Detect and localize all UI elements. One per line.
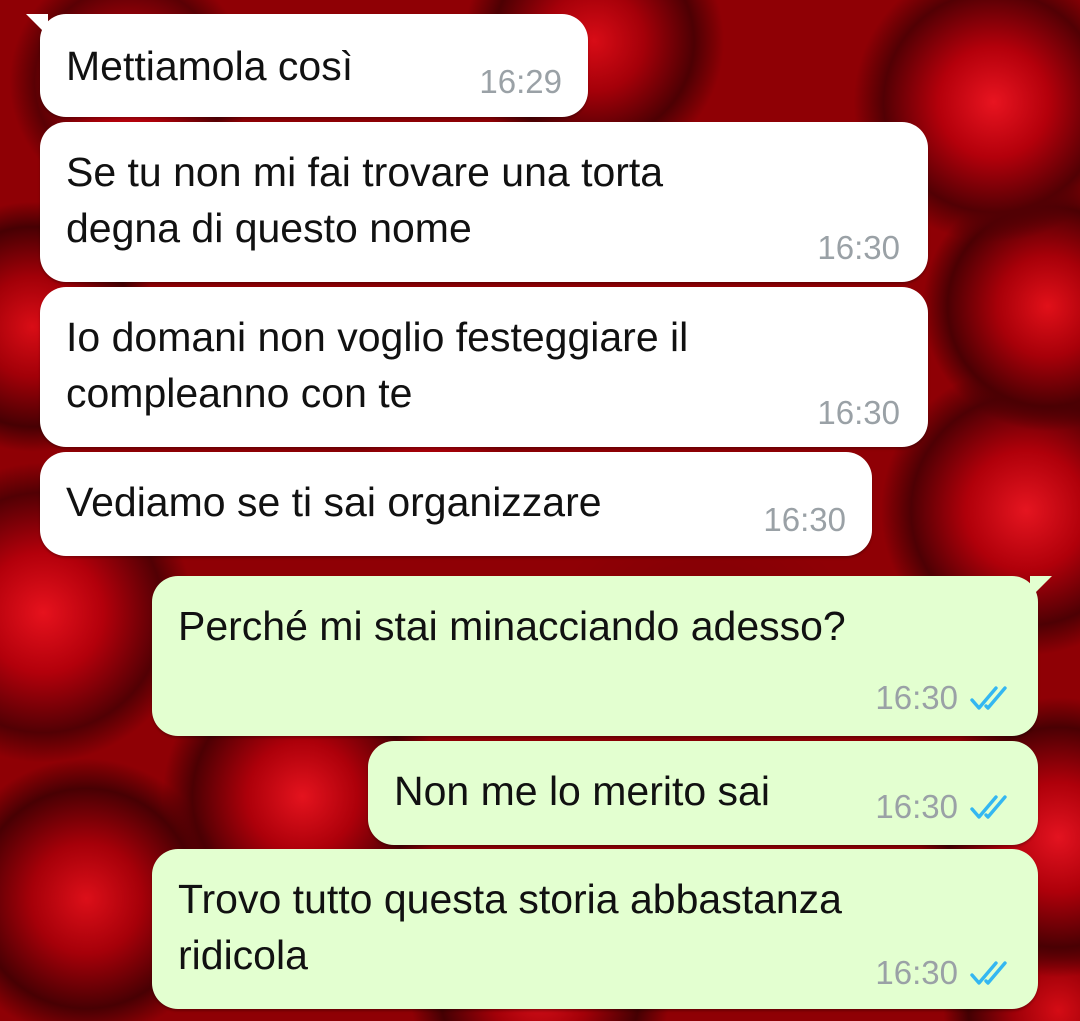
message-timestamp: 16:30 (875, 954, 958, 991)
incoming-message-bubble[interactable]: Mettiamola così 16:29 (26, 14, 588, 117)
message-timestamp: 16:30 (875, 679, 958, 716)
message-timestamp: 16:30 (817, 394, 900, 431)
message-text-line: Io domani non voglio festeggiare il (66, 314, 689, 360)
message-text: Mettiamola così (66, 43, 354, 89)
outgoing-message-bubble[interactable]: Trovo tutto questa storia abbastanza rid… (152, 849, 1038, 1009)
read-double-check-icon (970, 795, 1007, 819)
message-text-line: Se tu non mi fai trovare una torta (66, 149, 664, 195)
outgoing-message-bubble[interactable]: Perché mi stai minacciando adesso? 16:30 (152, 576, 1052, 736)
read-double-check-icon (970, 686, 1007, 710)
bubble-tail (1030, 576, 1052, 598)
incoming-message-bubble[interactable]: Io domani non voglio festeggiare il comp… (40, 287, 928, 447)
incoming-message-bubble[interactable]: Vediamo se ti sai organizzare 16:30 (40, 452, 872, 556)
incoming-message-bubble[interactable]: Se tu non mi fai trovare una torta degna… (40, 122, 928, 282)
message-text-line: degna di questo nome (66, 205, 472, 251)
outgoing-message-bubble[interactable]: Non me lo merito sai 16:30 (368, 741, 1038, 845)
message-text-line: Trovo tutto questa storia abbastanza (178, 876, 842, 922)
message-text-line: compleanno con te (66, 370, 413, 416)
message-timestamp: 16:30 (763, 501, 846, 538)
message-timestamp: 16:29 (479, 63, 562, 100)
message-text: Non me lo merito sai (394, 768, 770, 814)
message-timestamp: 16:30 (875, 788, 958, 825)
message-timestamp: 16:30 (817, 229, 900, 266)
bubble-tail (26, 14, 48, 36)
message-text: Vediamo se ti sai organizzare (66, 479, 602, 525)
message-text-line: ridicola (178, 932, 308, 978)
read-double-check-icon (970, 961, 1007, 985)
message-text: Perché mi stai minacciando adesso? (178, 603, 846, 649)
